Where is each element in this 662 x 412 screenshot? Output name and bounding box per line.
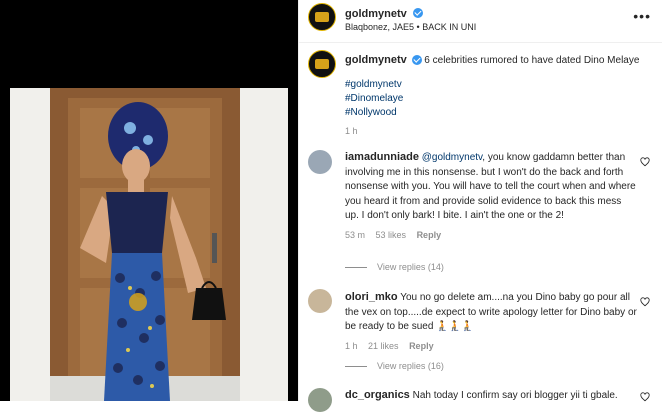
- replies-divider: [345, 366, 367, 368]
- comment-time: 1 h: [345, 340, 358, 351]
- comment-text: Nah today I confirm say ori blogger yii …: [412, 390, 618, 401]
- caption-text: 6 celebrities rumored to have dated Dino…: [424, 55, 640, 66]
- view-replies-button[interactable]: View replies (16): [345, 361, 444, 371]
- comment-meta: 53 m 53 likes Reply: [345, 228, 637, 243]
- commenter-avatar[interactable]: [308, 150, 332, 174]
- comment-item: olori_mko You no go delete am....na you …: [345, 290, 637, 353]
- verified-badge-icon: [413, 7, 424, 18]
- brand-logo-icon: [315, 12, 329, 22]
- comment-username[interactable]: dc_organics: [345, 389, 410, 401]
- author-username[interactable]: goldmynetv: [345, 8, 407, 20]
- comment-mention-link[interactable]: @goldmynetv: [422, 152, 483, 163]
- caption-author-avatar[interactable]: [308, 50, 336, 78]
- author-avatar[interactable]: [308, 3, 336, 31]
- brand-logo-icon: [315, 59, 329, 69]
- post-media-panel: [0, 0, 298, 401]
- post-details-panel: goldmynetv Blaqbonez, JAE5 • BACK IN UNI…: [298, 0, 662, 412]
- reply-button[interactable]: Reply: [417, 230, 442, 240]
- post-photo[interactable]: [10, 88, 288, 401]
- comment-time: 53 m: [345, 229, 366, 240]
- post-location[interactable]: Blaqbonez, JAE5 • BACK IN UNI: [345, 22, 476, 32]
- like-heart-icon[interactable]: [640, 157, 650, 167]
- view-replies-label: View replies (16): [377, 361, 444, 371]
- hashtag-link[interactable]: #goldmynetv: [345, 78, 655, 92]
- comment-item: dc_organics Nah today I confirm say ori …: [345, 388, 637, 404]
- reply-button[interactable]: Reply: [409, 341, 434, 351]
- like-heart-icon[interactable]: [640, 297, 650, 307]
- comment-likes[interactable]: 53 likes: [376, 230, 407, 240]
- post-header: goldmynetv Blaqbonez, JAE5 • BACK IN UNI…: [299, 0, 662, 43]
- commenter-avatar[interactable]: [308, 289, 332, 313]
- caption-username[interactable]: goldmynetv: [345, 54, 407, 66]
- commenter-avatar[interactable]: [308, 388, 332, 412]
- comment-item: iamadunniade @goldmynetv, you know gadda…: [345, 150, 637, 242]
- post-timestamp: 1 h: [345, 126, 358, 136]
- hashtag-link[interactable]: #Nollywood: [345, 106, 655, 120]
- hashtag-link[interactable]: #Dinomelaye: [345, 92, 655, 106]
- more-options-icon[interactable]: •••: [633, 8, 651, 24]
- comment-emoji: 🧎🧎🧎: [436, 321, 474, 332]
- verified-badge-icon: [411, 55, 422, 66]
- photo-illustration: [10, 88, 288, 401]
- post-caption: goldmynetv 6 celebrities rumored to have…: [345, 50, 655, 138]
- comment-username[interactable]: olori_mko: [345, 291, 398, 303]
- comment-meta: 1 h 21 likes Reply: [345, 339, 637, 354]
- view-replies-label: View replies (14): [377, 262, 444, 272]
- author-block: goldmynetv Blaqbonez, JAE5 • BACK IN UNI: [345, 4, 476, 32]
- replies-divider: [345, 267, 367, 269]
- view-replies-button[interactable]: View replies (14): [345, 262, 444, 272]
- comment-likes[interactable]: 21 likes: [368, 341, 399, 351]
- comment-username[interactable]: iamadunniade: [345, 151, 419, 163]
